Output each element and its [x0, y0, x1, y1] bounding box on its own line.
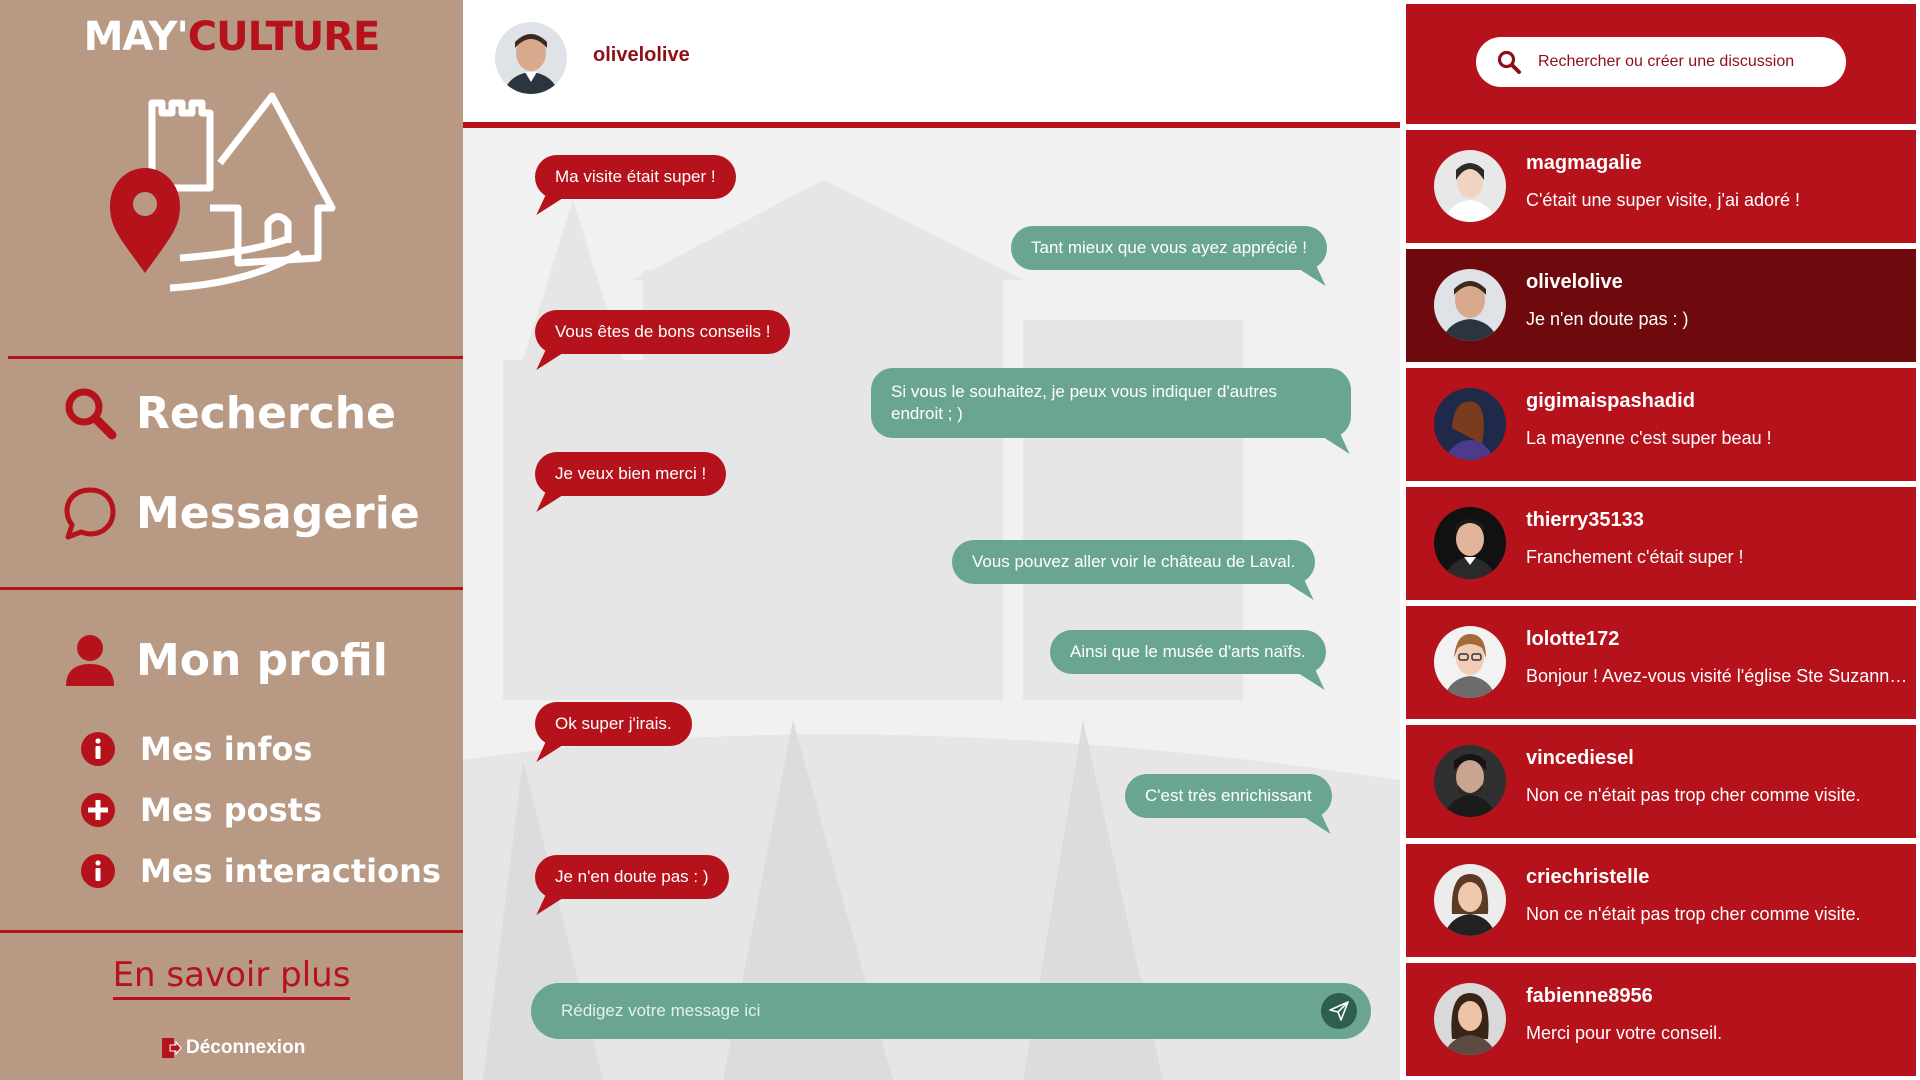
chat-bubble-icon [64, 487, 116, 540]
conversation-item[interactable]: fabienne8956 Merci pour votre conseil. [1406, 963, 1916, 1076]
message-composer [531, 983, 1371, 1039]
message-bubble-outgoing: Tant mieux que vous ayez apprécié ! [1011, 226, 1327, 270]
chat-username: olivelolive [593, 44, 690, 66]
conversation-search-box [1476, 37, 1846, 87]
conversation-name: gigimaispashadid [1526, 390, 1695, 412]
avatar [1434, 864, 1506, 936]
nav-search-label: Recherche [136, 387, 396, 439]
nav-messages[interactable]: Messagerie [62, 485, 420, 541]
brand-logo-text: MAY'CULTURE [0, 14, 463, 60]
nav-my-info[interactable]: Mes infos [80, 730, 312, 768]
avatar [1434, 150, 1506, 222]
avatar [1434, 388, 1506, 460]
conversation-name: vincediesel [1526, 747, 1634, 769]
conversation-item-active[interactable]: olivelolive Je n'en doute pas : ) [1406, 249, 1916, 362]
conversation-name: criechristelle [1526, 866, 1650, 888]
conversation-last-message: Je n'en doute pas : ) [1526, 309, 1689, 329]
message-bubble-outgoing: C'est très enrichissant [1125, 774, 1332, 818]
chat-panel: olivelolive Ma visite était super ! Tant… [463, 0, 1400, 1080]
conversation-name: thierry35133 [1526, 509, 1644, 531]
avatar [1434, 745, 1506, 817]
conversation-name: olivelolive [1526, 271, 1623, 293]
conversation-item[interactable]: gigimaispashadid La mayenne c'est super … [1406, 368, 1916, 481]
logout-button[interactable]: Déconnexion [160, 1037, 305, 1059]
message-bubble-incoming: Ok super j'irais. [535, 702, 692, 746]
message-bubble-incoming: Vous êtes de bons conseils ! [535, 310, 791, 354]
message-bubble-outgoing: Si vous le souhaitez, je peux vous indiq… [871, 368, 1351, 438]
avatar [1434, 983, 1506, 1055]
message-bubble-incoming: Ma visite était super ! [535, 155, 736, 199]
brand-part-1: MAY' [83, 14, 189, 60]
message-bubble-incoming: Je veux bien merci ! [535, 452, 727, 496]
conversation-last-message: La mayenne c'est super beau ! [1526, 428, 1772, 448]
nav-my-interactions[interactable]: Mes interactions [80, 852, 441, 890]
conversation-last-message: Bonjour ! Avez-vous visité l'église Ste … [1526, 666, 1911, 686]
nav-my-posts[interactable]: Mes posts [80, 791, 322, 829]
info-icon [81, 854, 115, 888]
logout-icon [162, 1038, 182, 1058]
message-bubble-outgoing: Vous pouvez aller voir le château de Lav… [952, 540, 1316, 584]
search-icon [1497, 50, 1521, 74]
conversation-item[interactable]: vincediesel Non ce n'était pas trop cher… [1406, 725, 1916, 838]
message-bubble-outgoing: Ainsi que le musée d'arts naïfs. [1050, 630, 1326, 674]
brand-part-2: CULTURE [187, 14, 381, 60]
divider [0, 930, 463, 933]
nav-messages-label: Messagerie [136, 487, 420, 539]
divider [8, 356, 470, 359]
avatar-image [495, 22, 567, 94]
conversation-search-input[interactable] [1538, 53, 1838, 71]
conversation-last-message: Franchement c'était super ! [1526, 547, 1744, 567]
nav-my-interactions-label: Mes interactions [140, 852, 441, 890]
conversation-item[interactable]: criechristelle Non ce n'était pas trop c… [1406, 844, 1916, 957]
nav-profile[interactable]: Mon profil [62, 632, 388, 688]
chat-header: olivelolive [463, 0, 1400, 128]
divider [0, 587, 463, 590]
sidebar: MAY'CULTURE Recherche Messagerie Mon pro… [0, 0, 470, 1080]
info-icon [81, 732, 115, 766]
learn-more-label: En savoir plus [112, 955, 351, 1000]
avatar [1434, 507, 1506, 579]
conversation-item[interactable]: lolotte172 Bonjour ! Avez-vous visité l'… [1406, 606, 1916, 719]
conversation-search-panel [1406, 4, 1916, 124]
avatar [1434, 626, 1506, 698]
castle-logo-icon [110, 92, 336, 292]
avatar [1434, 269, 1506, 341]
search-icon [65, 388, 117, 440]
conversation-name: fabienne8956 [1526, 985, 1653, 1007]
plus-circle-icon [81, 793, 115, 827]
nav-profile-label: Mon profil [136, 634, 388, 686]
conversation-last-message: Non ce n'était pas trop cher comme visit… [1526, 904, 1861, 924]
conversation-last-message: Non ce n'était pas trop cher comme visit… [1526, 785, 1861, 805]
conversation-item[interactable]: magmagalie C'était une super visite, j'a… [1406, 130, 1916, 243]
send-button[interactable] [1321, 993, 1357, 1029]
conversation-last-message: C'était une super visite, j'ai adoré ! [1526, 190, 1801, 210]
learn-more-link[interactable]: En savoir plus [0, 955, 463, 1000]
send-icon [1329, 1001, 1349, 1021]
message-bubble-incoming: Je n'en doute pas : ) [535, 855, 729, 899]
message-input[interactable] [561, 983, 1291, 1039]
logout-label: Déconnexion [186, 1037, 306, 1058]
nav-my-posts-label: Mes posts [140, 791, 323, 829]
nav-my-info-label: Mes infos [140, 730, 313, 768]
conversation-last-message: Merci pour votre conseil. [1526, 1023, 1723, 1043]
nav-search[interactable]: Recherche [62, 385, 396, 441]
user-icon [66, 635, 114, 686]
conversation-item[interactable]: thierry35133 Franchement c'était super ! [1406, 487, 1916, 600]
conversation-list: magmagalie C'était une super visite, j'a… [1400, 0, 1920, 1080]
conversation-name: magmagalie [1526, 152, 1642, 174]
conversation-name: lolotte172 [1526, 628, 1620, 650]
avatar[interactable] [495, 22, 567, 94]
